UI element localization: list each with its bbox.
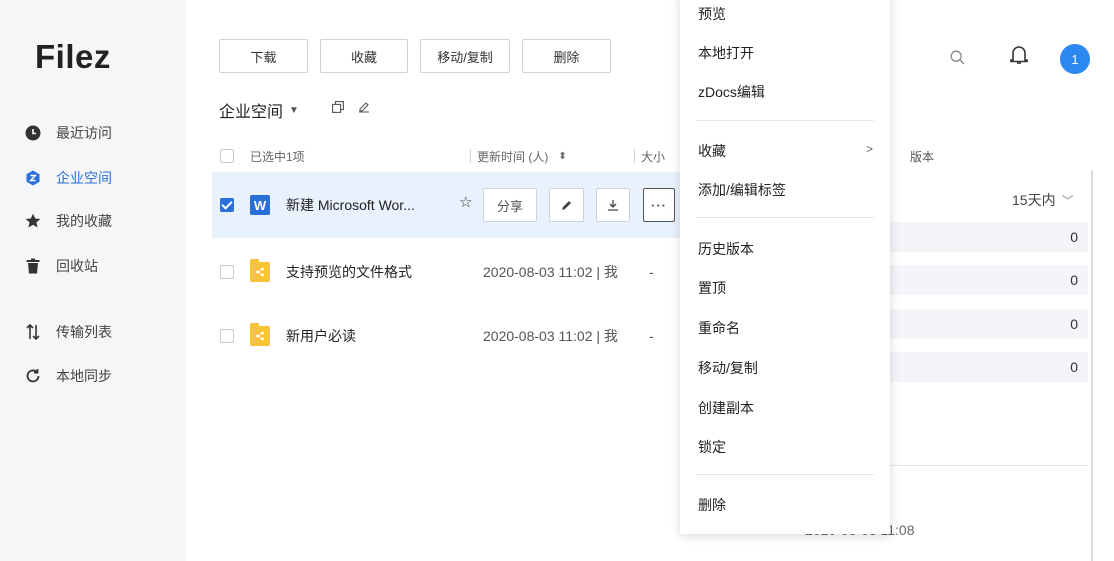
- bell-icon[interactable]: [1010, 45, 1028, 68]
- panel-divider: [880, 465, 1088, 466]
- breadcrumb[interactable]: 企业空间 ▼: [219, 98, 299, 122]
- menu-item-pin[interactable]: 置顶: [698, 278, 726, 298]
- edit-icon[interactable]: [358, 100, 370, 116]
- sidebar-item-favorites[interactable]: 我的收藏: [24, 209, 112, 233]
- menu-item-open-local[interactable]: 本地打开: [698, 43, 754, 63]
- column-updated[interactable]: 更新时间 (人) ⬍: [470, 146, 567, 166]
- row-checkbox[interactable]: [220, 329, 234, 343]
- menu-item-duplicate[interactable]: 创建副本: [698, 398, 754, 418]
- file-updated: 2020-08-03 11:02 | 我: [483, 264, 618, 280]
- menu-item-preview[interactable]: 预览: [698, 4, 726, 24]
- sidebar-item-label: 回收站: [56, 258, 98, 274]
- search-input[interactable]: [880, 40, 980, 76]
- file-name[interactable]: 新用户必读: [286, 326, 356, 346]
- row-checkbox[interactable]: [220, 198, 234, 212]
- sidebar-item-sync[interactable]: 本地同步: [24, 364, 112, 388]
- file-size: -: [649, 328, 654, 344]
- avatar[interactable]: 1: [1060, 44, 1090, 74]
- chevron-right-icon: >: [866, 142, 874, 156]
- file-size: -: [649, 264, 654, 280]
- column-version[interactable]: 版本: [910, 148, 934, 165]
- download-icon: [608, 200, 618, 211]
- column-updated-label: 更新时间 (人): [477, 149, 549, 164]
- menu-item-rename[interactable]: 重命名: [698, 318, 740, 338]
- download-button[interactable]: 下载: [219, 39, 308, 73]
- transfer-icon: [24, 323, 42, 341]
- share-button[interactable]: 分享: [483, 188, 537, 222]
- sidebar-item-label: 传输列表: [56, 324, 112, 340]
- word-file-icon: W: [250, 195, 270, 215]
- shared-folder-icon: [250, 259, 270, 282]
- column-separator: [634, 149, 635, 163]
- sidebar-item-trash[interactable]: 回收站: [24, 254, 98, 278]
- pencil-icon: [561, 201, 571, 210]
- menu-item-delete[interactable]: 删除: [698, 495, 726, 515]
- select-all-header: 已选中1项: [220, 146, 305, 166]
- delete-button[interactable]: 删除: [522, 39, 611, 73]
- sync-icon: [24, 367, 42, 385]
- more-icon: ···: [651, 197, 667, 213]
- sidebar-item-label: 我的收藏: [56, 213, 112, 229]
- page-title: 企业空间: [219, 104, 284, 121]
- sidebar-item-transfer[interactable]: 传输列表: [24, 320, 112, 344]
- caret-down-icon: ▼: [289, 104, 299, 116]
- column-size[interactable]: 大小: [634, 146, 665, 166]
- table-row[interactable]: 新用户必读 2020-08-03 11:02 | 我 -: [212, 303, 680, 369]
- menu-item-favorite[interactable]: 收藏: [698, 141, 726, 161]
- download-file-button[interactable]: [596, 188, 630, 222]
- file-updated: 2020-08-03 11:02 | 我: [483, 328, 618, 344]
- shared-folder-icon: [250, 323, 270, 346]
- version-row: 0: [880, 222, 1088, 252]
- sidebar-item-recent[interactable]: 最近访问: [24, 121, 112, 145]
- menu-item-zdocs-edit[interactable]: zDocs编辑: [698, 82, 765, 102]
- menu-item-lock[interactable]: 锁定: [698, 437, 726, 457]
- column-size-label: 大小: [641, 149, 666, 164]
- move-copy-button[interactable]: 移动/复制: [420, 39, 510, 73]
- file-name[interactable]: 支持预览的文件格式: [286, 262, 412, 282]
- menu-divider: [696, 120, 874, 121]
- menu-item-move-copy[interactable]: 移动/复制: [698, 358, 758, 378]
- menu-divider: [696, 474, 874, 475]
- select-all-checkbox[interactable]: [220, 149, 234, 163]
- date-filter-label: 15天内: [1012, 192, 1056, 208]
- copy-icon[interactable]: [332, 100, 344, 116]
- sort-icon[interactable]: ⬍: [558, 151, 566, 162]
- sidebar-item-label: 最近访问: [56, 125, 112, 141]
- sidebar-item-enterprise[interactable]: 企业空间: [24, 166, 112, 190]
- sidebar-item-label: 本地同步: [56, 368, 112, 384]
- version-row: 0: [880, 265, 1088, 295]
- enterprise-icon: [24, 169, 42, 187]
- table-row[interactable]: 支持预览的文件格式 2020-08-03 11:02 | 我 -: [212, 239, 680, 305]
- trash-icon: [24, 257, 42, 275]
- favorite-button[interactable]: 收藏: [320, 39, 408, 73]
- search-icon: [950, 50, 965, 65]
- menu-item-history[interactable]: 历史版本: [698, 239, 754, 259]
- context-menu: 预览 本地打开 zDocs编辑 收藏 > 添加/编辑标签 历史版本 置顶 重命名…: [680, 0, 890, 534]
- app-logo: Filez: [35, 38, 111, 75]
- star-outline-icon[interactable]: ☆: [459, 193, 472, 211]
- sidebar-item-label: 企业空间: [56, 170, 112, 186]
- column-separator: [470, 149, 471, 163]
- menu-divider: [696, 217, 874, 218]
- star-icon: [24, 212, 42, 230]
- menu-item-tags[interactable]: 添加/编辑标签: [698, 180, 786, 200]
- sidebar: Filez 最近访问 企业空间 我的收藏 回收站 传输列表 本地同步: [0, 0, 186, 561]
- file-name[interactable]: 新建 Microsoft Wor...: [286, 195, 415, 215]
- version-row: 0: [880, 309, 1088, 339]
- date-filter[interactable]: 15天内 ﹀: [1012, 190, 1074, 210]
- selected-count: 已选中1项: [250, 149, 305, 164]
- row-checkbox[interactable]: [220, 265, 234, 279]
- edit-button[interactable]: [549, 188, 584, 222]
- panel-scrollbar[interactable]: [1091, 170, 1093, 561]
- more-button[interactable]: ···: [643, 188, 675, 222]
- clock-icon: [24, 124, 42, 142]
- version-row: 0: [880, 352, 1088, 382]
- chevron-down-icon: ﹀: [1061, 193, 1074, 208]
- breadcrumb-actions: [332, 100, 370, 116]
